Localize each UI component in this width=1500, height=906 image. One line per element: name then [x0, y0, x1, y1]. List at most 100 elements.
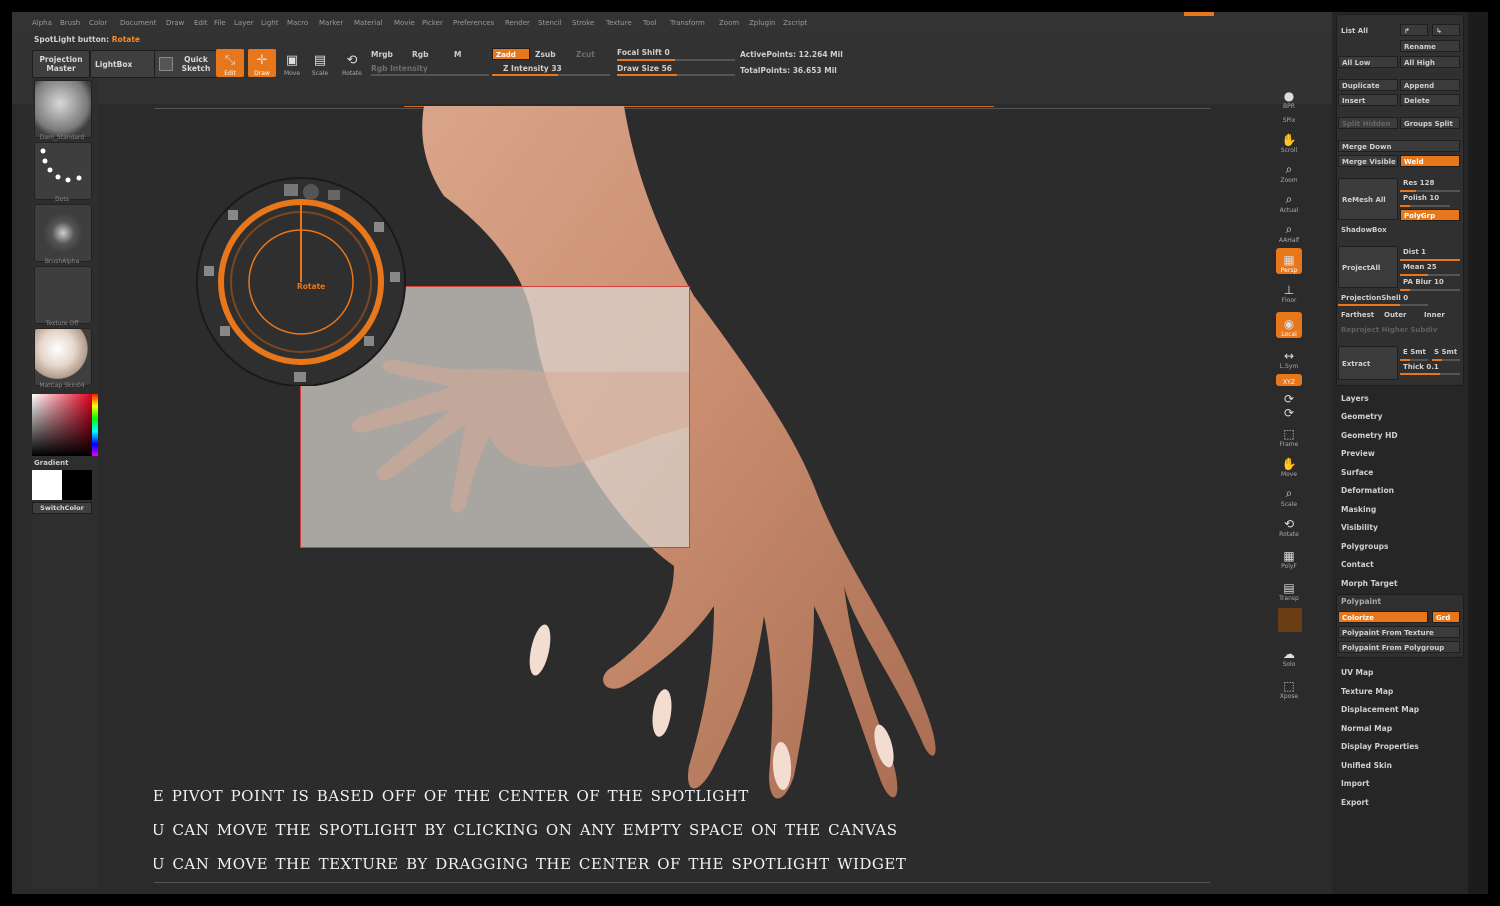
palette-uv-map[interactable]: UV Map: [1341, 668, 1373, 677]
menu-movie[interactable]: Movie: [394, 19, 415, 27]
projection-shell-slider[interactable]: [1338, 304, 1428, 306]
zadd-button[interactable]: Zadd: [492, 48, 530, 60]
all-low-button[interactable]: All Low: [1338, 56, 1398, 68]
menu-marker[interactable]: Marker: [319, 19, 343, 27]
palette-contact[interactable]: Contact: [1341, 560, 1374, 569]
menu-material[interactable]: Material: [354, 19, 382, 27]
transp-button[interactable]: ▤ Transp: [1276, 576, 1302, 602]
palette-display-properties[interactable]: Display Properties: [1341, 742, 1419, 751]
move-down-button[interactable]: ↳: [1432, 24, 1460, 36]
flip-tool-icon[interactable]: [220, 326, 230, 336]
insert-button[interactable]: Insert: [1338, 94, 1398, 106]
color-picker[interactable]: [32, 394, 98, 456]
switch-color-button[interactable]: SwitchColor: [32, 502, 92, 514]
m-button[interactable]: M: [454, 50, 461, 59]
append-button[interactable]: Append: [1400, 79, 1460, 91]
palette-export[interactable]: Export: [1341, 798, 1369, 807]
palette-texture-map[interactable]: Texture Map: [1341, 687, 1393, 696]
menu-macro[interactable]: Macro: [287, 19, 308, 27]
palette-normal-map[interactable]: Normal Map: [1341, 724, 1392, 733]
remesh-all-button[interactable]: ReMesh All: [1338, 178, 1398, 220]
all-high-button[interactable]: All High: [1400, 56, 1460, 68]
secondary-color-swatch[interactable]: [62, 470, 92, 500]
z-intensity-slider[interactable]: [492, 74, 610, 76]
edit-button[interactable]: ⤡ Edit: [216, 49, 244, 77]
menu-layer[interactable]: Layer: [234, 19, 254, 27]
quick-sketch-button[interactable]: Quick Sketch: [154, 50, 217, 78]
texture-tool-icon[interactable]: [284, 184, 298, 196]
menu-texture[interactable]: Texture: [606, 19, 632, 27]
colorize-button[interactable]: Colorize: [1338, 611, 1428, 623]
menu-zscript[interactable]: Zscript: [783, 19, 807, 27]
menu-zoom[interactable]: Zoom: [719, 19, 739, 27]
menu-edit[interactable]: Edit: [194, 19, 208, 27]
scroll-button[interactable]: ✋ Scroll: [1276, 128, 1302, 154]
draw-button[interactable]: ✛ Draw: [248, 49, 276, 77]
xpose-button[interactable]: ⬚ Xpose: [1276, 674, 1302, 700]
menu-document[interactable]: Document: [120, 19, 156, 27]
palette-import[interactable]: Import: [1341, 779, 1369, 788]
solo-button[interactable]: ☁ Solo: [1276, 642, 1302, 668]
res-slider[interactable]: [1400, 190, 1460, 192]
zcut-button[interactable]: Zcut: [576, 50, 595, 59]
palette-geometry-hd[interactable]: Geometry HD: [1341, 431, 1398, 440]
palette-surface[interactable]: Surface: [1341, 468, 1373, 477]
grid-tool-icon[interactable]: [390, 272, 400, 282]
farthest-button[interactable]: Farthest: [1341, 311, 1374, 319]
polypaint-from-polygroup-button[interactable]: Polypaint From Polygroup: [1338, 641, 1460, 653]
delete-button[interactable]: Delete: [1400, 94, 1460, 106]
menu-alpha[interactable]: Alpha: [32, 19, 52, 27]
menu-zplugin[interactable]: Zplugin: [749, 19, 775, 27]
rotate-button[interactable]: ⟲ Rotate: [338, 49, 366, 77]
zoom-button[interactable]: ⌕ Zoom: [1276, 158, 1302, 184]
thick-slider[interactable]: [1400, 373, 1460, 375]
mean-slider[interactable]: [1400, 274, 1460, 276]
polyf-button[interactable]: ▦ PolyF: [1276, 544, 1302, 570]
split-hidden-button[interactable]: Split Hidden: [1338, 117, 1398, 129]
rotation-axis-icons[interactable]: ⟳ ⟳: [1276, 390, 1302, 420]
mrgb-button[interactable]: Mrgb: [371, 50, 393, 59]
gradient-label[interactable]: Gradient: [34, 459, 68, 467]
s-smt-slider[interactable]: [1432, 359, 1460, 361]
palette-unified-skin[interactable]: Unified Skin: [1341, 761, 1392, 770]
material-thumbnail[interactable]: [34, 328, 92, 386]
extract-button[interactable]: Extract: [1338, 346, 1398, 380]
focal-shift-slider[interactable]: [617, 59, 735, 61]
groups-split-button[interactable]: Groups Split: [1400, 117, 1460, 129]
palette-masking[interactable]: Masking: [1341, 505, 1376, 514]
rename-button[interactable]: Rename: [1400, 40, 1460, 52]
shadowbox-button[interactable]: ShadowBox: [1341, 226, 1387, 234]
brush-thumbnail[interactable]: [34, 80, 92, 138]
palette-geometry[interactable]: Geometry: [1341, 412, 1382, 421]
pa-blur-slider[interactable]: [1400, 289, 1460, 291]
aahalf-button[interactable]: ⌕ AAHalf: [1276, 218, 1302, 244]
top-accent-button[interactable]: [1184, 12, 1214, 16]
project-all-button[interactable]: ProjectAll: [1338, 246, 1398, 288]
scale-button[interactable]: ▤ Scale: [306, 49, 334, 77]
weld-button[interactable]: Weld: [1400, 155, 1460, 167]
projection-master-button[interactable]: Projection Master: [32, 50, 90, 78]
move-button[interactable]: ▣ Move: [278, 49, 306, 77]
frame-button[interactable]: ⬚ Frame: [1276, 422, 1302, 448]
menu-draw[interactable]: Draw: [166, 19, 184, 27]
palette-preview[interactable]: Preview: [1341, 449, 1375, 458]
palette-morph-target[interactable]: Morph Target: [1341, 579, 1398, 588]
scale-view-button[interactable]: ⌕ Scale: [1276, 482, 1302, 508]
menu-file[interactable]: File: [214, 19, 226, 27]
texture-thumbnail[interactable]: [34, 266, 92, 324]
fill-tool-icon[interactable]: [364, 336, 374, 346]
lightbox-button[interactable]: LightBox: [90, 50, 156, 78]
menu-transform[interactable]: Transform: [670, 19, 705, 27]
palette-displacement-map[interactable]: Displacement Map: [1341, 705, 1419, 714]
polypaint-from-texture-button[interactable]: Polypaint From Texture: [1338, 626, 1460, 638]
rotate-view-button[interactable]: ⟲ Rotate: [1276, 512, 1302, 538]
actual-button[interactable]: ⌕ Actual: [1276, 188, 1302, 214]
polygrp-button[interactable]: PolyGrp: [1400, 209, 1460, 221]
stroke-thumbnail[interactable]: [34, 142, 92, 200]
persp-button[interactable]: ▦ Persp: [1276, 248, 1302, 274]
floor-button[interactable]: ⊥ Floor: [1276, 278, 1302, 304]
merge-down-button[interactable]: Merge Down: [1338, 140, 1460, 152]
lsym-button[interactable]: ↔ L.Sym: [1276, 344, 1302, 370]
local-button[interactable]: ◉ Local: [1276, 312, 1302, 338]
move-view-button[interactable]: ✋ Move: [1276, 452, 1302, 478]
